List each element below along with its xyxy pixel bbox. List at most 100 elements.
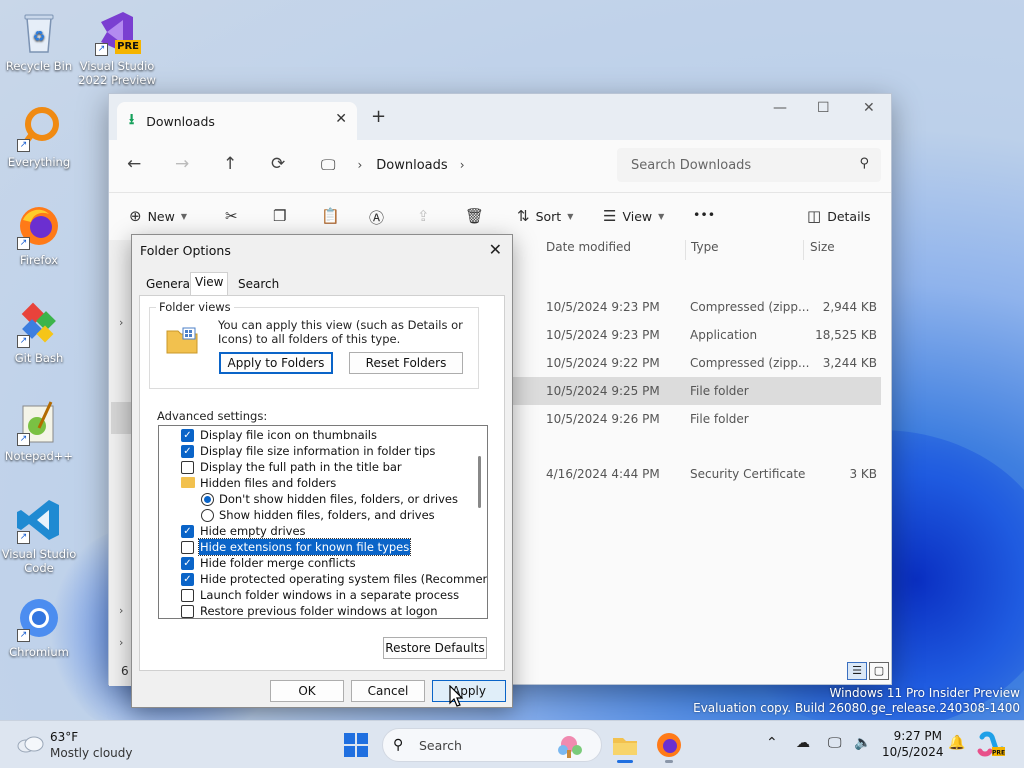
radio-unselected-icon[interactable] (201, 509, 214, 522)
checkbox-checked-icon[interactable]: ✓ (181, 557, 194, 570)
apply-to-folders-button[interactable]: Apply to Folders (219, 352, 333, 374)
refresh-icon[interactable]: ⟳ (271, 154, 285, 174)
more-options-button[interactable]: ••• (693, 207, 715, 222)
chevron-right-icon[interactable]: › (119, 316, 123, 329)
weather-temperature: 63°F (50, 730, 79, 744)
tiles-view-icon[interactable]: ▢ (869, 662, 889, 680)
details-pane-button[interactable]: ◫ Details (807, 207, 871, 225)
clock[interactable]: 9:27 PM 10/5/2024 (882, 728, 944, 760)
tab-downloads[interactable]: ⭳ Downloads ✕ (117, 102, 357, 140)
checkbox-checked-icon[interactable]: ✓ (181, 445, 194, 458)
file-row[interactable]: 10/5/2024 9:23 PM Compressed (zipp... 2,… (509, 293, 881, 321)
search-icon: ⚲ (393, 737, 404, 753)
details-view-icon[interactable]: ☰ (847, 662, 867, 680)
rename-button[interactable]: Ⓐ (369, 207, 390, 228)
desktop-icon-everything[interactable]: ↗ Everything (0, 104, 78, 169)
apply-button[interactable]: Apply (432, 680, 506, 702)
desktop-icon-vscode[interactable]: ↗ Visual Studio Code (0, 496, 78, 575)
column-type[interactable]: Type (691, 240, 719, 254)
plus-circle-icon: ⊕ (129, 207, 142, 225)
taskbar-search[interactable]: ⚲ Search (382, 728, 602, 762)
search-input[interactable]: Search Downloads ⚲ (617, 148, 881, 182)
close-tab-icon[interactable]: ✕ (335, 111, 347, 127)
chevron-right-icon[interactable]: › (460, 158, 465, 172)
bell-icon[interactable]: 🔔 (948, 735, 965, 751)
address-bar[interactable]: 🖵 › Downloads › (313, 148, 603, 182)
checkbox-unchecked-icon[interactable] (181, 461, 194, 474)
maximize-icon[interactable]: ☐ (817, 100, 830, 116)
search-highlight-icon (558, 736, 582, 758)
tab-general[interactable]: General (142, 275, 197, 295)
tab-search[interactable]: Search (234, 275, 283, 295)
cut-button[interactable]: ✂ (225, 207, 244, 225)
reset-folders-button[interactable]: Reset Folders (349, 352, 463, 374)
checkbox-unchecked-icon[interactable] (181, 605, 194, 618)
copy-icon: ❐ (273, 207, 287, 225)
start-button[interactable] (344, 733, 368, 757)
file-row-selected[interactable]: 10/5/2024 9:25 PM File folder (509, 377, 881, 405)
file-row[interactable]: 4/16/2024 4:44 PM Security Certificate 3… (509, 460, 881, 488)
checkbox-checked-icon[interactable]: ✓ (181, 573, 194, 586)
close-icon[interactable]: ✕ (489, 240, 502, 259)
folder-options-dialog[interactable]: Folder Options ✕ General View Search Fol… (131, 234, 513, 708)
desktop-icon-git-bash[interactable]: ↗ Git Bash (0, 300, 78, 365)
new-button[interactable]: ⊕ New ▼ (129, 207, 187, 225)
new-label: New (147, 208, 175, 224)
cloud-off-icon[interactable]: ☁ (796, 735, 810, 751)
desktop-icon-recycle-bin[interactable]: ♻ Recycle Bin (0, 8, 78, 73)
sound-icon[interactable]: 🔈 (854, 735, 871, 751)
back-icon[interactable]: ← (127, 154, 141, 174)
checkbox-checked-icon[interactable]: ✓ (181, 525, 194, 538)
view-lines-icon: ☰ (603, 207, 617, 225)
ok-button[interactable]: OK (270, 680, 344, 702)
file-row[interactable]: 10/5/2024 9:23 PM Application 18,525 KB (509, 321, 881, 349)
desktop-icon-firefox[interactable]: ↗ Firefox (0, 202, 78, 267)
minimize-icon[interactable]: — (773, 100, 787, 116)
cancel-button[interactable]: Cancel (351, 680, 425, 702)
desktop-icon-notepad-plus-plus[interactable]: ↗ Notepad++ (0, 398, 78, 463)
git-bash-icon: ↗ (15, 300, 63, 348)
share-button[interactable]: ⇪ (417, 207, 436, 225)
restore-defaults-button[interactable]: Restore Defaults (383, 637, 487, 659)
selected-nav-item[interactable] (111, 402, 133, 434)
file-explorer-taskbar-button[interactable] (608, 729, 642, 763)
close-window-icon[interactable]: ✕ (863, 100, 875, 116)
checkbox-unchecked-icon[interactable] (181, 541, 194, 554)
chevron-right-icon[interactable]: › (119, 604, 123, 617)
chevron-up-icon[interactable]: ⌃ (766, 735, 778, 751)
firefox-taskbar-button[interactable] (652, 729, 686, 763)
copilot-icon[interactable]: PRE (976, 729, 1006, 759)
view-button[interactable]: ☰ View ▼ (603, 207, 664, 225)
column-divider[interactable] (803, 240, 804, 260)
size-cell: 2,944 KB (822, 300, 877, 314)
details-label: Details (827, 208, 871, 224)
file-row[interactable]: 10/5/2024 9:22 PM Compressed (zipp... 3,… (509, 349, 881, 377)
sort-button[interactable]: ⇅ Sort ▼ (517, 207, 573, 225)
copy-button[interactable]: ❐ (273, 207, 292, 225)
file-row[interactable]: 10/5/2024 9:26 PM File folder (509, 405, 881, 433)
scrollbar-thumb[interactable] (478, 456, 481, 508)
checkbox-checked-icon[interactable]: ✓ (181, 429, 194, 442)
paste-button[interactable]: 📋 (321, 207, 346, 225)
checkbox-unchecked-icon[interactable] (181, 589, 194, 602)
up-icon[interactable]: ↑ (223, 154, 237, 174)
chevron-down-icon: ▼ (567, 211, 574, 221)
column-date-modified[interactable]: Date modified (546, 240, 631, 254)
chevron-right-icon[interactable]: › (119, 636, 123, 649)
column-size[interactable]: Size (810, 240, 835, 254)
forward-icon[interactable]: → (175, 154, 189, 174)
watermark-line: Windows 11 Pro Insider Preview (829, 686, 1020, 700)
tab-view[interactable]: View (190, 272, 229, 296)
breadcrumb-downloads[interactable]: Downloads (376, 158, 447, 173)
navigation-pane[interactable]: › › › (109, 240, 133, 686)
desktop-icon-visual-studio[interactable]: PRE ↗ Visual Studio 2022 Preview (78, 8, 156, 87)
advanced-settings-list[interactable]: ✓ Display file icon on thumbnails ✓ Disp… (158, 425, 488, 619)
weather-widget[interactable]: 63°F Mostly cloudy (16, 729, 156, 763)
column-divider[interactable] (685, 240, 686, 260)
display-icon[interactable]: 🖵 (828, 735, 842, 751)
chevron-right-icon[interactable]: › (357, 158, 362, 172)
desktop-icon-chromium[interactable]: ↗ Chromium (0, 594, 78, 659)
delete-button[interactable]: 🗑 (465, 207, 490, 225)
new-tab-icon[interactable]: + (371, 106, 386, 127)
radio-selected-icon[interactable] (201, 493, 214, 506)
